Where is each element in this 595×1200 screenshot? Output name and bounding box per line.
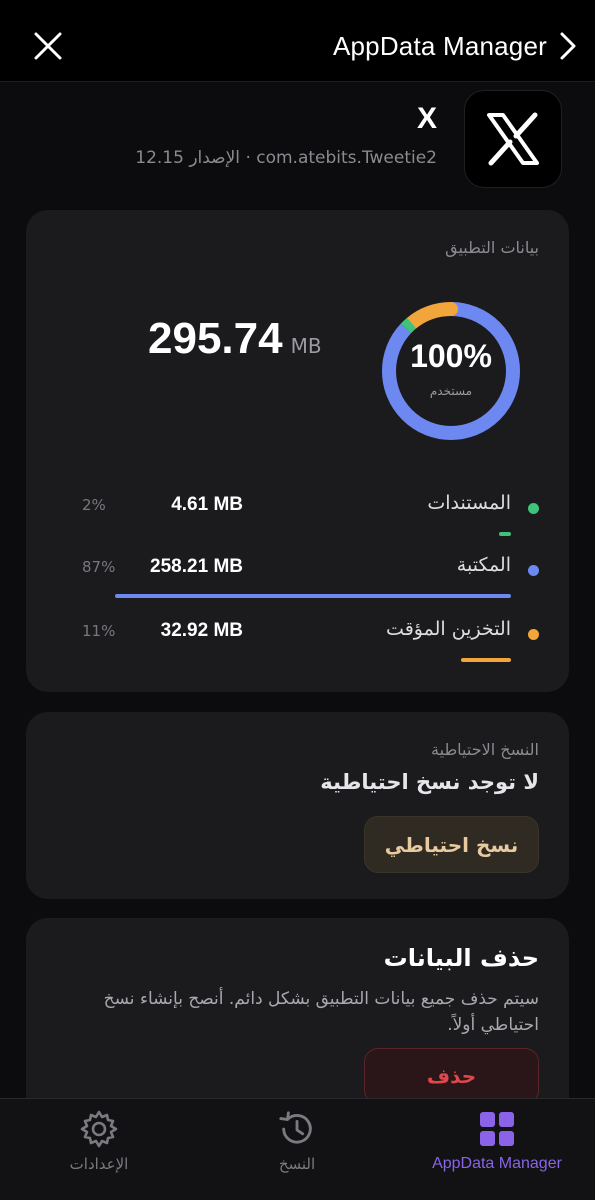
segment-label: المستندات [427, 492, 511, 514]
app-data-card: بيانات التطبيق 295.74 MB 100% مستخدم الم… [26, 210, 569, 692]
cache-dot [528, 629, 539, 640]
history-icon [277, 1109, 317, 1149]
chevron-right-icon [560, 32, 576, 60]
usage-sub-label: مستخدم [429, 384, 473, 398]
backup-button[interactable]: نسخ احتياطي [364, 816, 539, 873]
usage-percent: 100% [410, 338, 492, 374]
tab-label: AppData Manager [432, 1155, 562, 1172]
documents-dot [528, 503, 539, 514]
nav-title-button[interactable]: AppData Manager [333, 26, 577, 66]
nav-title: AppData Manager [332, 30, 547, 61]
close-icon [34, 32, 62, 60]
tab-label: النسخ [278, 1155, 316, 1173]
total-size: 295.74 MB [148, 314, 322, 364]
backup-card: النسخ الاحتياطية لا توجد نسخ احتياطية نس… [26, 712, 569, 899]
app-page: AppData Manager X com.atebits.Tweetie2 ·… [0, 0, 595, 1200]
segment-row-library: المكتبة 258.21 MB 87% [26, 550, 569, 598]
segment-size: 32.92 MB [160, 620, 243, 641]
x-logo-icon [487, 112, 539, 166]
segment-row-cache: التخزين المؤقت 32.92 MB 11% [26, 614, 569, 662]
app-data-label: بيانات التطبيق [445, 238, 539, 257]
app-name: X [416, 102, 437, 135]
close-button[interactable] [28, 26, 68, 66]
tab-label: الإعدادات [69, 1155, 129, 1173]
segment-bar-fill [499, 532, 511, 536]
app-icon [464, 90, 562, 188]
delete-button[interactable]: حذف [364, 1048, 539, 1104]
bottom-tab-bar: الإعدادات النسخ AppData Manager [0, 1098, 595, 1200]
segment-size: 258.21 MB [150, 556, 243, 577]
backup-label: النسخ الاحتياطية [431, 740, 539, 759]
backup-status: لا توجد نسخ احتياطية [320, 770, 539, 794]
segment-bar-fill [460, 658, 511, 662]
segment-size: 4.61 MB [171, 494, 243, 515]
segment-percent: 87% [82, 558, 116, 576]
segment-bar [115, 658, 511, 662]
delete-description: سيتم حذف جميع بيانات التطبيق بشكل دائم. … [103, 989, 539, 1035]
total-size-value: 295.74 [148, 314, 283, 363]
app-header: X com.atebits.Tweetie2 · الإصدار 12.15 [0, 82, 595, 200]
tab-settings[interactable]: الإعدادات [24, 1109, 174, 1189]
delete-card: حذف البيانات سيتم حذف جميع بيانات التطبي… [26, 918, 569, 1118]
grid-icon [477, 1109, 517, 1149]
segment-percent: 11% [82, 622, 116, 640]
library-dot [528, 565, 539, 576]
segment-bar [115, 594, 511, 598]
app-bundle-version: com.atebits.Tweetie2 · الإصدار 12.15 [135, 148, 437, 168]
segment-label: المكتبة [456, 554, 511, 576]
segment-bar-fill [115, 594, 511, 598]
tab-backups[interactable]: النسخ [222, 1109, 372, 1189]
gear-icon [79, 1109, 119, 1149]
segment-percent: 2% [82, 496, 106, 514]
segment-bar [115, 532, 511, 536]
usage-donut-chart: 100% مستخدم [380, 300, 522, 442]
top-nav-bar: AppData Manager [0, 0, 595, 82]
total-size-unit: MB [290, 334, 322, 358]
delete-title: حذف البيانات [383, 944, 539, 972]
tab-appdata-manager[interactable]: AppData Manager [418, 1109, 576, 1189]
segment-row-documents: المستندات 4.61 MB 2% [26, 488, 569, 536]
segment-label: التخزين المؤقت [386, 618, 511, 640]
